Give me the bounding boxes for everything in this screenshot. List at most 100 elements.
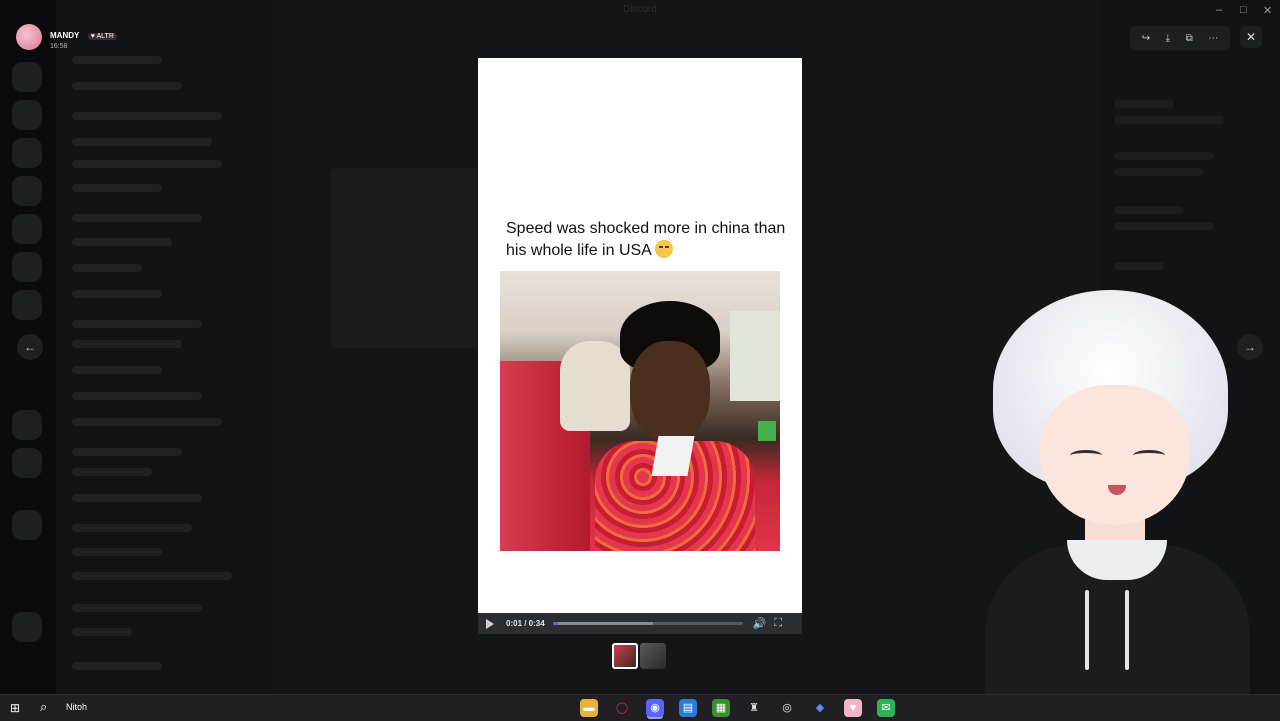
file-explorer-icon[interactable]: ▬	[580, 699, 598, 717]
channel-placeholder	[72, 184, 162, 192]
heart-icon: ♥	[90, 32, 95, 40]
channel-placeholder	[72, 112, 222, 120]
caption-text: Speed was shocked more in china than his…	[506, 220, 786, 259]
channel-placeholder	[72, 340, 182, 348]
dev-icon[interactable]: ◆	[811, 699, 829, 717]
progress-fill	[552, 622, 559, 625]
opera-icon[interactable]: ◯	[613, 699, 631, 717]
windows-start-icon[interactable]: ⊞	[10, 701, 20, 715]
channel-placeholder	[72, 214, 202, 222]
channel-placeholder	[72, 468, 152, 476]
avatar	[16, 24, 42, 50]
viewer-toolbar: ↪ ⤓ ⧉ ⋯	[1130, 26, 1230, 50]
taskbar: ⊞ ⌕ Nitoh ▬ ◯ ◉ ▤ ▦ ♜ ◎ ◆ ♥ ✉	[0, 694, 1280, 721]
taskbar-search-text[interactable]: Nitoh	[66, 702, 87, 712]
member-placeholder	[1114, 116, 1224, 124]
channel-placeholder	[72, 572, 232, 580]
channel-placeholder	[72, 604, 202, 612]
member-placeholder	[1114, 100, 1174, 108]
server-icon	[12, 410, 42, 440]
uploader-tag: ♥ ALTR	[87, 32, 117, 40]
channel-placeholder	[72, 138, 212, 146]
crying-laughing-emoji	[655, 240, 674, 258]
video-time: 0:01 / 0:34	[506, 619, 545, 628]
channel-placeholder	[72, 662, 162, 670]
channel-placeholder	[72, 392, 202, 400]
volume-icon[interactable]: 🔊	[753, 617, 767, 630]
video-frame[interactable]	[500, 271, 780, 551]
window-close-icon[interactable]: ✕	[1263, 4, 1272, 17]
channel-placeholder	[72, 628, 132, 636]
media-viewer[interactable]: Speed was shocked more in china than his…	[478, 58, 802, 634]
channel-placeholder	[72, 524, 192, 532]
member-placeholder	[1114, 168, 1204, 176]
upload-time: 16:58	[50, 42, 68, 50]
vtuber-avatar	[985, 290, 1250, 694]
person	[595, 301, 755, 551]
uploader-badge[interactable]: MANDY ♥ ALTR 16:58	[16, 24, 117, 50]
fullscreen-icon[interactable]: ⛶	[774, 617, 782, 630]
face	[630, 341, 710, 441]
taskbar-apps: ▬ ◯ ◉ ▤ ▦ ♜ ◎ ◆ ♥ ✉	[580, 699, 895, 717]
server-icon	[12, 510, 42, 540]
tag-label: ALTR	[96, 32, 114, 40]
server-icon	[12, 100, 42, 130]
discord-icon[interactable]: ◉	[646, 699, 664, 717]
server-icon	[12, 290, 42, 320]
server-icon	[12, 448, 42, 478]
buffered-bar	[552, 622, 654, 625]
channel-placeholder	[72, 160, 222, 168]
forward-icon[interactable]: ↪	[1142, 33, 1150, 44]
thumbnail[interactable]	[612, 643, 638, 669]
channel-list	[56, 0, 272, 694]
eye	[1133, 450, 1165, 461]
hoodie-string	[1125, 590, 1129, 670]
shirt-collar	[651, 436, 695, 476]
minecraft-icon[interactable]: ▦	[712, 699, 730, 717]
member-placeholder	[1114, 206, 1184, 214]
channel-placeholder	[72, 290, 162, 298]
more-icon[interactable]: ⋯	[1208, 33, 1218, 44]
server-icon	[12, 252, 42, 282]
close-icon[interactable]: ✕	[1240, 26, 1262, 48]
server-icon	[12, 176, 42, 206]
channel-placeholder	[72, 264, 142, 272]
minimize-icon[interactable]: –	[1216, 4, 1222, 16]
channel-placeholder	[72, 56, 162, 64]
eye	[1070, 450, 1102, 461]
server-icon	[12, 138, 42, 168]
progress-bar[interactable]	[552, 622, 743, 625]
uploader-name: MANDY	[50, 30, 80, 40]
download-icon[interactable]: ⤓	[1166, 33, 1170, 44]
hoodie-string	[1085, 590, 1089, 670]
channel-placeholder	[72, 320, 202, 328]
heart-app-icon[interactable]: ♥	[844, 699, 862, 717]
thumbnail[interactable]	[640, 643, 666, 669]
open-external-icon[interactable]: ⧉	[1186, 33, 1193, 44]
previous-arrow-icon[interactable]: ←	[17, 334, 43, 360]
spreadsheet-icon[interactable]: ▤	[679, 699, 697, 717]
window-title: Discord	[623, 4, 657, 15]
server-icon	[12, 62, 42, 92]
app-icon[interactable]: ♜	[745, 699, 763, 717]
face	[1040, 385, 1190, 525]
green-object	[758, 421, 776, 441]
member-placeholder	[1114, 152, 1214, 160]
mail-icon[interactable]: ✉	[877, 699, 895, 717]
channel-placeholder	[72, 548, 162, 556]
video-controls: 0:01 / 0:34 🔊 ⛶	[478, 613, 802, 634]
video-caption: Speed was shocked more in china than his…	[506, 218, 786, 262]
attachment-thumbnails	[612, 643, 666, 669]
search-icon[interactable]: ⌕	[40, 699, 47, 715]
channel-placeholder	[72, 448, 182, 456]
channel-placeholder	[72, 238, 172, 246]
channel-placeholder	[72, 418, 222, 426]
maximize-icon[interactable]: □	[1240, 4, 1247, 16]
member-placeholder	[1114, 222, 1214, 230]
channel-placeholder	[72, 82, 182, 90]
channel-placeholder	[72, 494, 202, 502]
obs-icon[interactable]: ◎	[778, 699, 796, 717]
channel-placeholder	[72, 366, 162, 374]
play-icon[interactable]	[486, 618, 494, 629]
server-icon	[12, 612, 42, 642]
